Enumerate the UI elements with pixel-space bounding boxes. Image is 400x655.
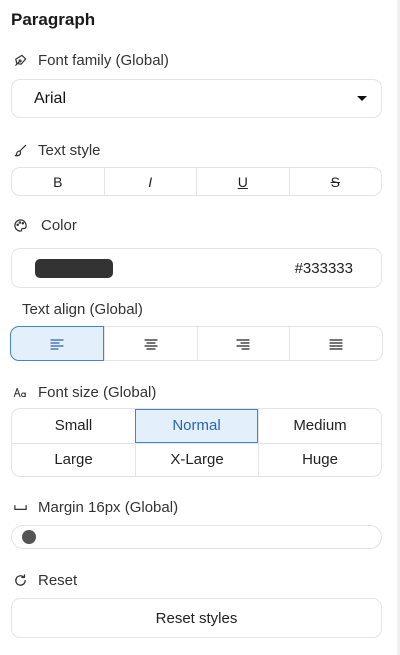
font-size-label: Font size (Global) bbox=[11, 383, 156, 401]
font-size-normal-button[interactable]: Normal bbox=[135, 409, 258, 443]
align-right-button[interactable] bbox=[196, 327, 290, 360]
align-center-button[interactable] bbox=[103, 327, 197, 360]
align-justify-icon bbox=[329, 338, 343, 350]
underline-button[interactable]: U bbox=[196, 168, 289, 195]
reset-label: Reset bbox=[11, 571, 77, 589]
align-right-icon bbox=[236, 338, 250, 350]
text-align-label-text: Text align (Global) bbox=[22, 301, 143, 318]
strikethrough-button[interactable]: S bbox=[288, 168, 382, 195]
bold-button[interactable]: B bbox=[12, 168, 104, 195]
caret-down-icon bbox=[357, 96, 367, 101]
text-align-group bbox=[10, 326, 383, 361]
align-left-icon bbox=[50, 338, 64, 350]
color-swatch[interactable] bbox=[35, 258, 113, 278]
color-picker[interactable]: #333333 bbox=[11, 248, 382, 288]
font-size-xlarge-button[interactable]: X-Large bbox=[135, 442, 258, 476]
align-justify-button[interactable] bbox=[289, 327, 382, 360]
color-label: Color bbox=[11, 216, 77, 234]
color-label-text: Color bbox=[41, 216, 77, 234]
align-center-icon bbox=[144, 338, 158, 350]
strikethrough-icon: S bbox=[330, 173, 340, 190]
brush-icon bbox=[11, 141, 29, 159]
font-size-icon bbox=[11, 383, 29, 401]
palette-icon bbox=[11, 216, 29, 234]
reset-label-text: Reset bbox=[38, 571, 78, 589]
font-size-label-text: Font size (Global) bbox=[38, 383, 157, 401]
text-align-label: Text align (Global) bbox=[22, 301, 143, 318]
margin-slider-handle[interactable] bbox=[22, 530, 36, 544]
panel-title: Paragraph bbox=[11, 10, 96, 29]
text-style-label-text: Text style bbox=[38, 141, 101, 159]
refresh-icon bbox=[11, 571, 29, 589]
font-size-medium-button[interactable]: Medium bbox=[258, 409, 381, 443]
margin-label-text: Margin 16px (Global) bbox=[38, 498, 179, 516]
italic-icon: I bbox=[148, 173, 153, 190]
font-family-select[interactable]: Arial bbox=[11, 79, 382, 118]
font-size-huge-button[interactable]: Huge bbox=[258, 442, 381, 476]
font-size-small-button[interactable]: Small bbox=[12, 409, 135, 443]
font-family-label: Font family (Global) bbox=[11, 51, 169, 69]
font-size-large-button[interactable]: Large bbox=[12, 442, 135, 477]
reset-styles-button-label: Reset styles bbox=[155, 609, 238, 627]
margin-icon bbox=[11, 498, 29, 516]
font-family-label-text: Font family (Global) bbox=[38, 51, 169, 69]
margin-label: Margin 16px (Global) bbox=[11, 498, 178, 516]
italic-button[interactable]: I bbox=[103, 168, 197, 195]
font-size-group: Small Normal Medium Large X-Large Huge bbox=[11, 408, 382, 477]
align-left-button[interactable] bbox=[10, 326, 104, 361]
pen-nib-icon bbox=[11, 51, 29, 69]
margin-slider[interactable] bbox=[11, 525, 382, 549]
font-family-value: Arial bbox=[34, 89, 67, 107]
color-hex-value: #333333 bbox=[294, 259, 353, 277]
bold-icon: B bbox=[53, 173, 63, 190]
text-style-label: Text style bbox=[11, 141, 101, 159]
reset-styles-button[interactable]: Reset styles bbox=[11, 598, 382, 638]
text-style-group: B I U S bbox=[11, 167, 382, 196]
underline-icon: U bbox=[237, 173, 248, 190]
